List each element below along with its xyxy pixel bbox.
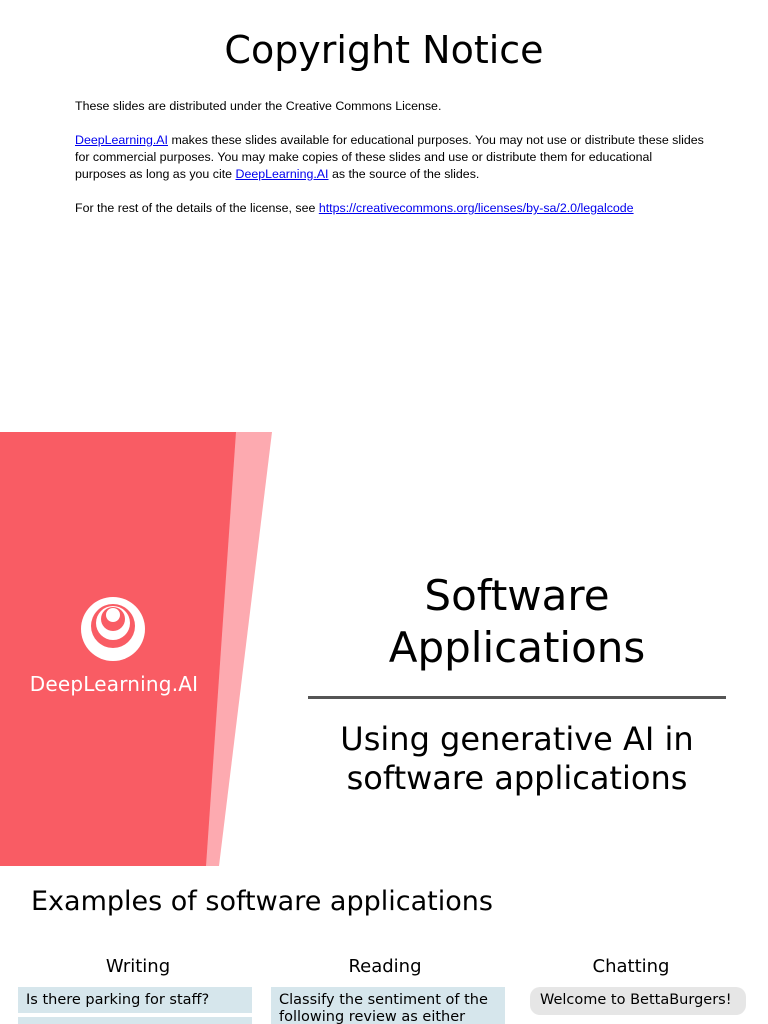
writing-example-card: Is there parking for staff? <box>18 987 252 1013</box>
copyright-slide: Copyright Notice These slides are distri… <box>0 0 768 432</box>
writing-example-card-2 <box>18 1017 252 1024</box>
usage-paragraph: DeepLearning.AI makes these slides avail… <box>75 132 705 183</box>
license-url-link[interactable]: https://creativecommons.org/licenses/by-… <box>319 201 634 215</box>
deeplearning-link-2[interactable]: DeepLearning.AI <box>236 167 329 181</box>
title-slide: DeepLearning.AI Software Applications Us… <box>0 432 768 866</box>
license-statement: These slides are distributed under the C… <box>75 99 442 113</box>
slide-subtitle: Using generative AI in software applicat… <box>340 720 694 797</box>
deeplearning-logo-icon <box>81 597 145 661</box>
chat-bubble: Welcome to BettaBurgers! <box>530 987 746 1015</box>
examples-title: Examples of software applications <box>31 886 493 917</box>
usage-text-2: as the source of the slides. <box>328 167 480 181</box>
license-details-paragraph: For the rest of the details of the licen… <box>75 200 705 217</box>
reading-example-card: Classify the sentiment of the following … <box>271 987 505 1024</box>
deeplearning-link-1[interactable]: DeepLearning.AI <box>75 133 168 147</box>
column-heading-reading: Reading <box>348 956 422 977</box>
column-heading-chatting: Chatting <box>592 956 670 977</box>
copyright-title: Copyright Notice <box>224 28 544 72</box>
column-heading-writing: Writing <box>105 956 171 977</box>
slide-title: Software Applications <box>388 571 646 672</box>
title-divider <box>308 696 726 699</box>
license-details-text: For the rest of the details of the licen… <box>75 201 319 215</box>
copyright-body: These slides are distributed under the C… <box>75 98 705 234</box>
brand-wordmark: DeepLearning.AI <box>29 672 199 696</box>
examples-slide: Examples of software applications Writin… <box>0 866 768 1024</box>
